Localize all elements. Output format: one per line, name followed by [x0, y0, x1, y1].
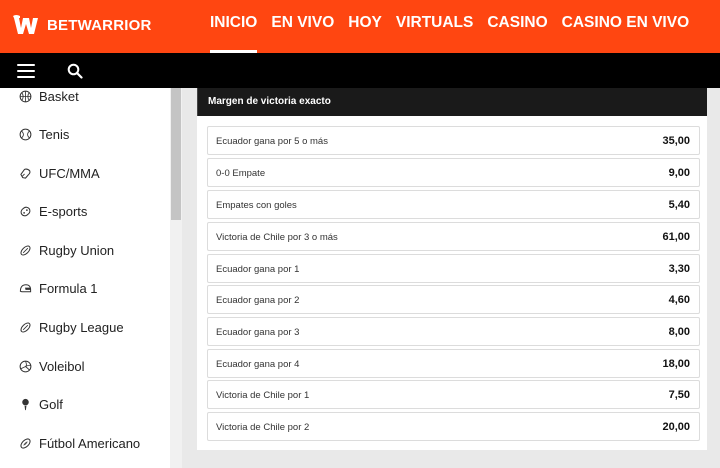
odds-value: 18,00: [662, 358, 690, 370]
nav-inicio[interactable]: INICIO: [203, 0, 264, 53]
main-nav: INICIO EN VIVO HOY VIRTUALS CASINO CASIN…: [203, 0, 696, 53]
nav-en-vivo[interactable]: EN VIVO: [264, 0, 341, 53]
odds-value: 61,00: [662, 231, 690, 243]
tennis-ball-icon: [18, 127, 32, 141]
odds-value: 20,00: [662, 421, 690, 433]
nav-virtuals[interactable]: VIRTUALS: [389, 0, 481, 53]
nav-casino[interactable]: CASINO: [480, 0, 554, 53]
sidebar-item-golf[interactable]: Golf: [18, 394, 63, 414]
odds-label: Ecuador gana por 1: [216, 264, 300, 275]
sidebar-item-futbol-americano[interactable]: Fútbol Americano: [18, 433, 140, 453]
odds-row[interactable]: Ecuador gana por 2 4,60: [207, 285, 700, 314]
market-title: Margen de victoria exacto: [208, 96, 331, 107]
odds-label: 0-0 Empate: [216, 168, 266, 179]
volleyball-icon: [18, 359, 32, 373]
gamepad-icon: [18, 204, 32, 218]
nav-hoy[interactable]: HOY: [341, 0, 389, 53]
sidebar-item-ufc-mma[interactable]: UFC/MMA: [18, 163, 100, 183]
odds-value: 3,30: [668, 263, 690, 275]
sidebar-scrollbar-thumb[interactable]: [171, 88, 181, 220]
top-header: BETWARRIOR INICIO EN VIVO HOY VIRTUALS C…: [0, 0, 720, 53]
brand-name: BETWARRIOR: [47, 16, 152, 34]
odds-row[interactable]: Victoria de Chile por 1 7,50: [207, 380, 700, 409]
odds-row[interactable]: Ecuador gana por 1 3,30: [207, 254, 700, 283]
rugby-ball-icon: [18, 243, 32, 257]
brand-logo[interactable]: BETWARRIOR: [12, 13, 152, 37]
odds-label: Victoria de Chile por 3 o más: [216, 232, 338, 243]
odds-label: Ecuador gana por 3: [216, 327, 300, 338]
golf-tee-icon: [18, 397, 32, 411]
odds-label: Ecuador gana por 5 o más: [216, 136, 328, 147]
market-header: Margen de victoria exacto: [197, 88, 707, 116]
odds-value: 4,60: [668, 294, 690, 306]
odds-value: 8,00: [668, 326, 690, 338]
odds-row[interactable]: Ecuador gana por 4 18,00: [207, 349, 700, 378]
betwarrior-logo-icon: [13, 15, 38, 34]
sports-sidebar: Basket Tenis UFC/MMA E-sports Rugby Unio…: [0, 88, 182, 468]
american-football-icon: [18, 436, 32, 450]
sidebar-item-e-sports[interactable]: E-sports: [18, 201, 87, 221]
sidebar-item-rugby-union[interactable]: Rugby Union: [18, 240, 114, 260]
odds-label: Empates con goles: [216, 200, 297, 211]
odds-label: Victoria de Chile por 2: [216, 422, 310, 433]
odds-value: 7,50: [668, 389, 690, 401]
odds-row[interactable]: 0-0 Empate 9,00: [207, 158, 700, 187]
odds-value: 9,00: [668, 167, 690, 179]
odds-value: 35,00: [662, 135, 690, 147]
odds-row[interactable]: Victoria de Chile por 2 20,00: [207, 412, 700, 441]
odds-row[interactable]: Victoria de Chile por 3 o más 61,00: [207, 222, 700, 251]
hamburger-icon[interactable]: [17, 64, 35, 78]
odds-label: Ecuador gana por 2: [216, 295, 300, 306]
glove-icon: [18, 166, 32, 180]
nav-casino-en-vivo[interactable]: CASINO EN VIVO: [555, 0, 696, 53]
sidebar-item-tenis[interactable]: Tenis: [18, 124, 69, 144]
market-panel: Margen de victoria exacto Ecuador gana p…: [197, 88, 707, 450]
odds-row[interactable]: Ecuador gana por 5 o más 35,00: [207, 126, 700, 155]
odds-row[interactable]: Ecuador gana por 3 8,00: [207, 317, 700, 346]
rugby-ball-icon: [18, 320, 32, 334]
odds-row[interactable]: Empates con goles 5,40: [207, 190, 700, 219]
basketball-icon: [18, 89, 32, 103]
sidebar-item-formula-1[interactable]: Formula 1: [18, 278, 98, 298]
sub-toolbar: [0, 53, 720, 88]
sidebar-item-voleibol[interactable]: Voleibol: [18, 356, 85, 376]
sidebar-item-basket[interactable]: Basket: [18, 88, 79, 106]
odds-label: Ecuador gana por 4: [216, 359, 300, 370]
sidebar-item-rugby-league[interactable]: Rugby League: [18, 317, 124, 337]
odds-label: Victoria de Chile por 1: [216, 390, 310, 401]
odds-value: 5,40: [668, 199, 690, 211]
search-icon[interactable]: [67, 63, 83, 79]
helmet-icon: [18, 281, 32, 295]
